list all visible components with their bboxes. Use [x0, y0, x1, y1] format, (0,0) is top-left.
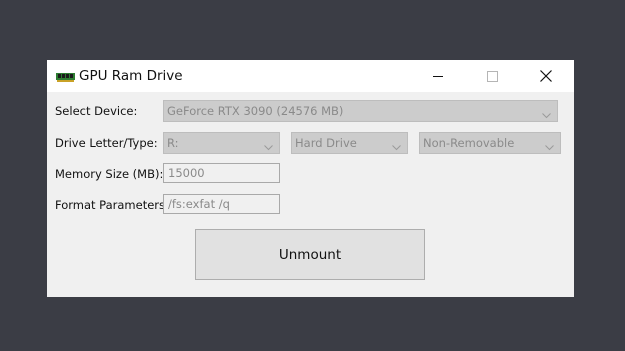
ram-chip-icon: [56, 69, 75, 83]
format-label: Format Parameters:: [55, 198, 169, 212]
removable-value: Non-Removable: [423, 136, 515, 150]
memory-size-value: 15000: [168, 166, 205, 180]
drive-type-value: Hard Drive: [295, 136, 357, 150]
minimize-button[interactable]: [415, 60, 461, 92]
maximize-button[interactable]: [469, 60, 515, 92]
close-button[interactable]: [523, 60, 569, 92]
device-select-value: GeForce RTX 3090 (24576 MB): [167, 104, 344, 118]
device-select[interactable]: GeForce RTX 3090 (24576 MB): [163, 100, 558, 122]
drive-letter-value: R:: [167, 136, 179, 150]
title-bar[interactable]: GPU Ram Drive: [47, 60, 574, 92]
unmount-button-label: Unmount: [278, 246, 342, 263]
memory-label: Memory Size (MB):: [55, 167, 164, 181]
format-params-input[interactable]: /fs:exfat /q: [163, 194, 280, 214]
minimize-icon: [433, 71, 443, 81]
unmount-button[interactable]: Unmount: [195, 229, 425, 280]
drive-label: Drive Letter/Type:: [55, 136, 158, 150]
app-window: GPU Ram Drive Select Device: GeForce RTX…: [47, 60, 574, 297]
memory-size-input[interactable]: 15000: [163, 163, 280, 183]
window-title: GPU Ram Drive: [79, 68, 183, 84]
removable-select[interactable]: Non-Removable: [419, 132, 561, 154]
chevron-down-icon: [264, 140, 273, 153]
maximize-icon: [486, 70, 498, 82]
drive-type-select[interactable]: Hard Drive: [291, 132, 408, 154]
close-icon: [540, 70, 552, 82]
drive-letter-select[interactable]: R:: [163, 132, 280, 154]
device-label: Select Device:: [55, 104, 138, 118]
chevron-down-icon: [392, 140, 401, 153]
chevron-down-icon: [545, 140, 554, 153]
format-params-value: /fs:exfat /q: [168, 197, 230, 211]
chevron-down-icon: [542, 108, 551, 121]
